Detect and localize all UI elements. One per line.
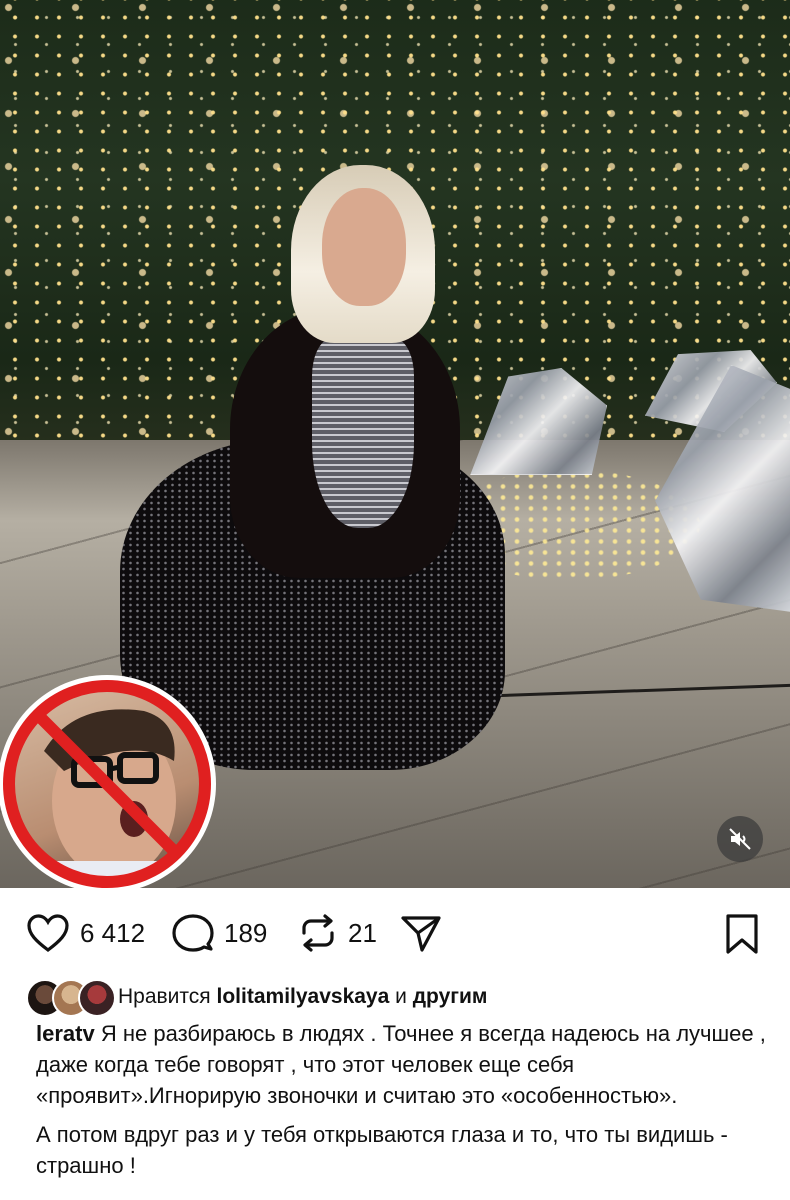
caption-paragraph-2: А потом вдруг раз и у тебя открываются г… [36, 1122, 728, 1178]
reposts-count: 21 [348, 917, 377, 948]
post-media[interactable] [0, 0, 790, 888]
chain-top [312, 338, 414, 528]
comments-count: 189 [224, 917, 268, 948]
heart-icon[interactable] [26, 913, 70, 953]
liker-username[interactable]: lolitamilyavskaya [217, 985, 390, 1008]
no-sign-icon [3, 680, 211, 888]
send-icon[interactable] [400, 913, 442, 953]
repost-action[interactable]: 21 [298, 913, 377, 953]
caption-author[interactable]: leratv [36, 1021, 95, 1046]
repost-icon[interactable] [298, 913, 338, 953]
liker-avatars [26, 979, 116, 1017]
post-actions-bar: 6 412 189 21 [0, 905, 790, 963]
person-face [322, 188, 406, 306]
save-action[interactable] [722, 913, 762, 960]
comment-action[interactable]: 189 [172, 913, 267, 953]
avatar [78, 979, 116, 1017]
liked-by-others[interactable]: другим [413, 985, 488, 1008]
caption-paragraph-1: Я не разбираюсь в людях . Точнее я всегд… [36, 1021, 766, 1108]
bookmark-icon[interactable] [722, 913, 762, 955]
likes-count: 6 412 [80, 917, 146, 948]
share-action[interactable] [400, 913, 442, 953]
speaker-muted-icon [729, 828, 751, 850]
liked-by-text: Нравится lolitamilyavskaya и другим [118, 985, 488, 1008]
overlay-no-sign-badge [0, 675, 216, 888]
liked-by-row[interactable]: Нравится lolitamilyavskaya и другим [26, 975, 487, 1019]
post-caption: leratv Я не разбираюсь в людях . Точнее … [36, 1018, 766, 1189]
like-action[interactable]: 6 412 [26, 913, 145, 953]
comment-icon[interactable] [172, 913, 214, 953]
mute-button[interactable] [717, 816, 763, 862]
